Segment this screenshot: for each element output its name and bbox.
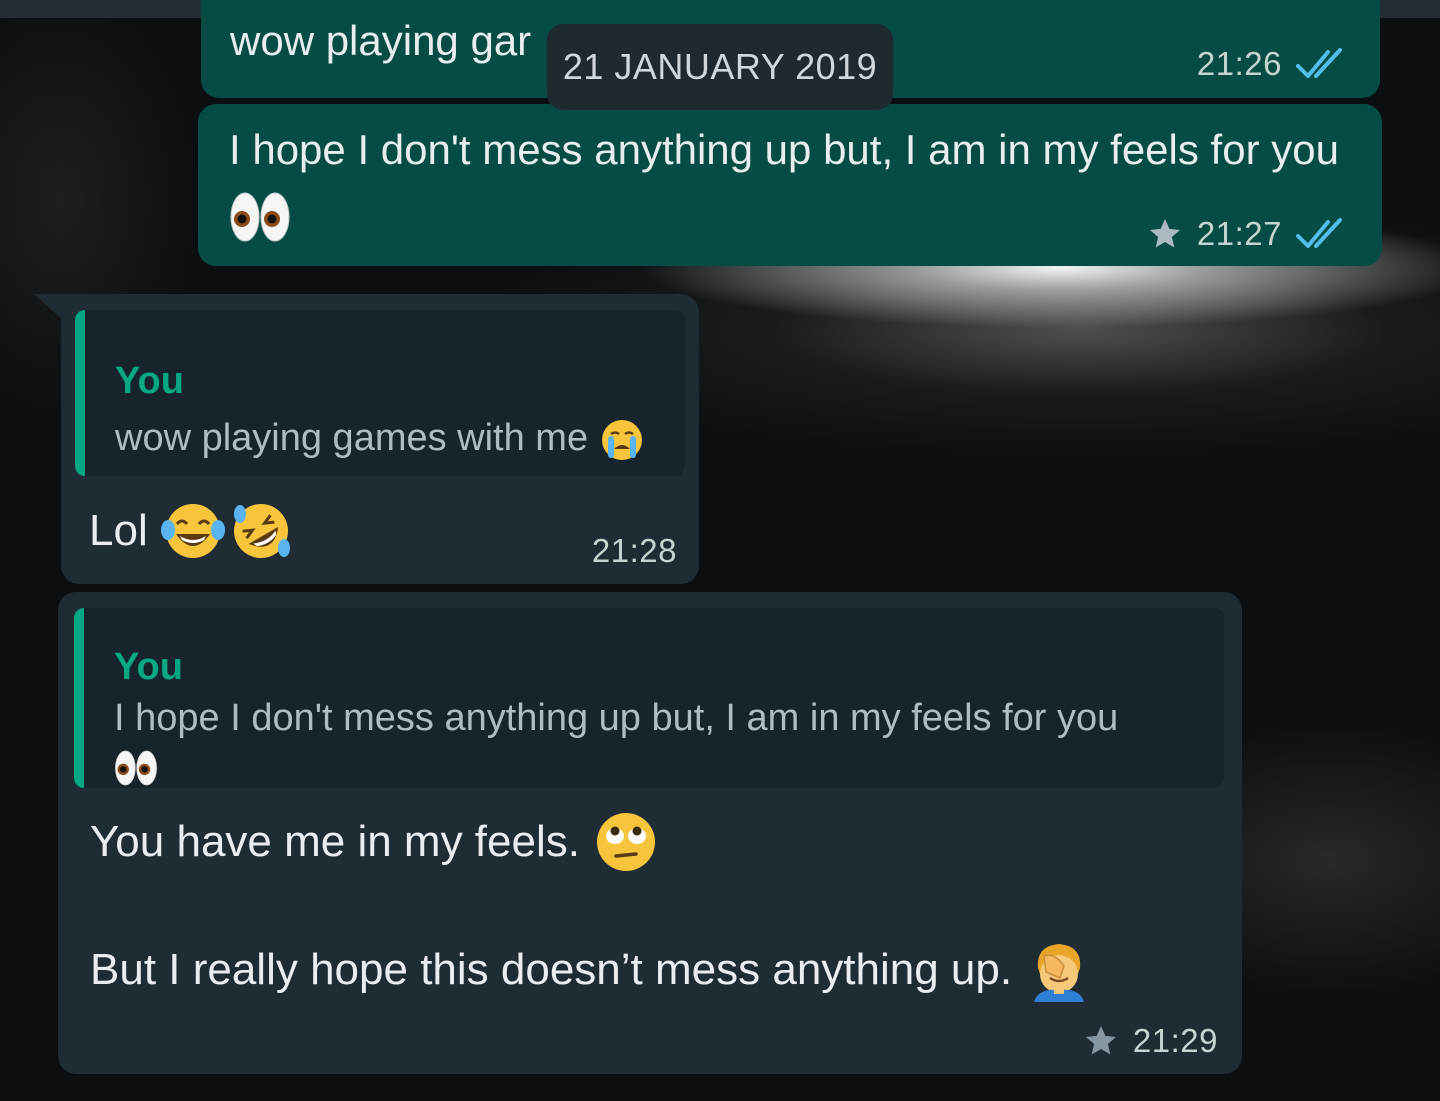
message-meta: 21:27 xyxy=(1147,214,1354,254)
star-icon xyxy=(1085,1026,1116,1055)
message-meta: 21:26 xyxy=(1197,44,1354,84)
message-time: 21:28 xyxy=(591,532,677,569)
quote-text: wow playing games with me xyxy=(115,417,589,459)
message-meta: 21:29 xyxy=(1083,1022,1218,1060)
message-text-line-1: You have me in my feels. xyxy=(90,817,580,866)
quote-accent-bar xyxy=(74,608,84,788)
read-ticks-icon xyxy=(1296,218,1342,248)
message-bubble-incoming[interactable]: You wow playing games with me Lol 21:28 xyxy=(61,294,699,584)
quoted-message[interactable]: You I hope I don't mess anything up but,… xyxy=(74,608,1224,788)
quoted-message[interactable]: You wow playing games with me xyxy=(75,310,685,476)
tears-of-joy-emoji-icon xyxy=(160,504,225,558)
rolling-laughing-emoji-icon xyxy=(233,504,290,558)
message-text-line-2: But I really hope this doesn’t mess anyt… xyxy=(90,945,1013,994)
message-text: wow playing gar xyxy=(230,17,532,64)
quote-author: You xyxy=(114,646,183,688)
quote-author: You xyxy=(115,360,184,402)
message-text-wrap: Lol xyxy=(89,500,294,562)
date-separator: 21 JANUARY 2019 xyxy=(547,24,893,110)
message-bubble-outgoing[interactable]: I hope I don't mess anything up but, I a… xyxy=(198,104,1382,266)
message-text: Lol xyxy=(89,506,148,555)
crying-face-emoji-icon xyxy=(601,419,642,460)
message-bubble-incoming[interactable]: You I hope I don't mess anything up but,… xyxy=(58,592,1242,1074)
eyes-emoji-icon xyxy=(230,192,290,242)
message-line-1: You have me in my feels. xyxy=(90,810,658,874)
star-icon xyxy=(1149,219,1180,248)
facepalm-emoji-icon xyxy=(1034,944,1085,1002)
message-line-2: But I really hope this doesn’t mess anyt… xyxy=(90,938,1088,1002)
message-text: I hope I don't mess anything up but, I a… xyxy=(229,126,1339,173)
read-ticks-icon xyxy=(1296,48,1342,78)
quote-accent-bar xyxy=(75,310,85,476)
message-time: 21:26 xyxy=(1196,45,1282,82)
chat-screen: wow playing gar 21:26 I hope I don't mes… xyxy=(0,0,1440,1101)
quote-text-wrap: wow playing games with me xyxy=(115,414,645,463)
quote-text: I hope I don't mess anything up but, I a… xyxy=(114,697,1119,739)
message-time: 21:29 xyxy=(1132,1022,1218,1059)
message-time: 21:27 xyxy=(1196,215,1282,252)
quote-text-wrap: I hope I don't mess anything up but, I a… xyxy=(114,694,1194,788)
eye-roll-emoji-icon xyxy=(596,813,655,871)
eyes-emoji-icon xyxy=(115,750,157,786)
